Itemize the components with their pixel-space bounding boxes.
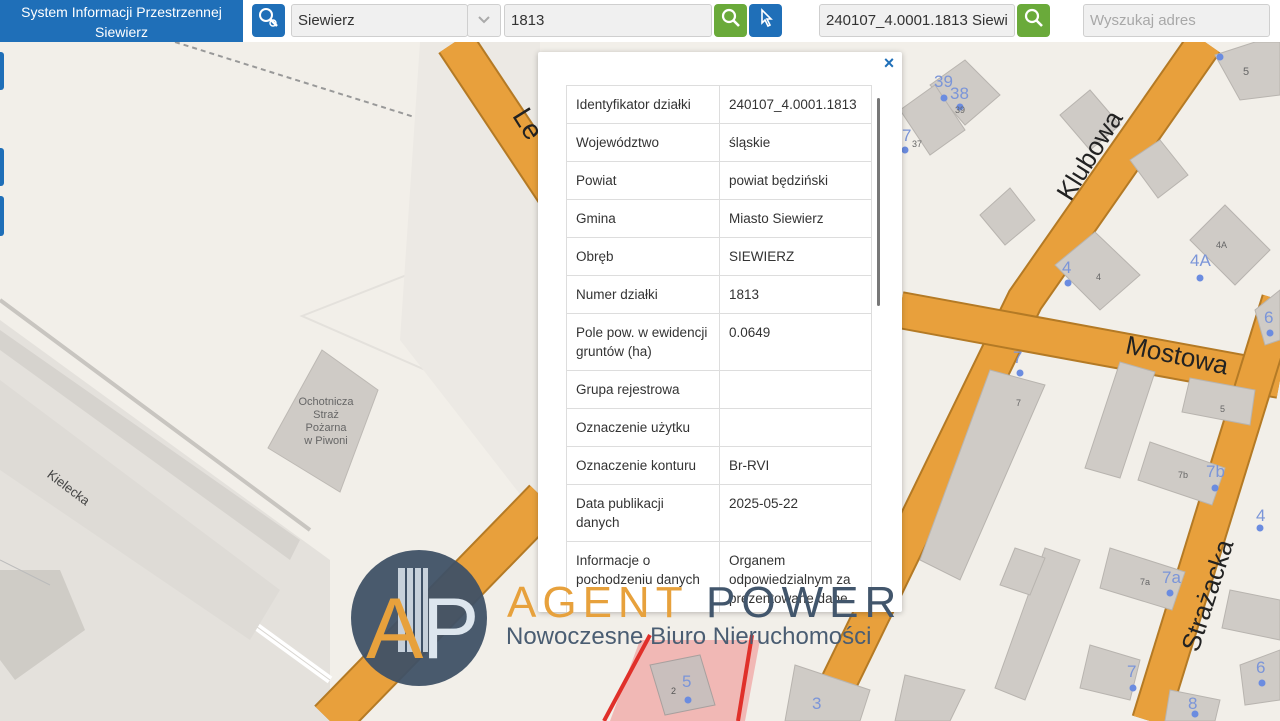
parcel-search-submit-button[interactable]	[714, 4, 747, 37]
info-row-label: Powiat	[566, 161, 720, 200]
poi-line-4: w Piwoni	[304, 435, 348, 447]
info-row-label: Gmina	[566, 199, 720, 238]
address-label: 5	[1220, 404, 1226, 414]
app-title-line-2: Siewierz	[95, 24, 148, 40]
locality-value: Siewierz	[298, 12, 355, 29]
info-row-value: 1813	[719, 275, 872, 314]
info-row-value	[719, 370, 872, 409]
parcel-number-input[interactable]	[504, 4, 712, 37]
address-label: 7b	[1178, 470, 1189, 480]
address-label: 7b	[1206, 462, 1225, 481]
info-row: Grupa rejestrowa	[566, 370, 872, 409]
poi-line-3: Pożarna	[305, 422, 347, 434]
info-row: Pole pow. w ewidencji gruntów (ha) 0.0649	[566, 313, 872, 371]
address-label: 7	[1016, 398, 1022, 408]
info-row-label: Obręb	[566, 237, 720, 276]
app-title[interactable]: System Informacji Przestrzennej Siewierz	[0, 0, 243, 42]
address-label: 7a	[1162, 568, 1181, 587]
info-row-value: 0.0649	[719, 313, 872, 371]
locality-dropdown-button[interactable]	[467, 4, 501, 37]
parcel-search-button[interactable]	[252, 4, 285, 37]
info-row: Numer działki 1813	[566, 275, 872, 314]
address-label: 4	[1096, 272, 1102, 282]
address-label: 4	[1062, 258, 1072, 277]
address-label: 37	[912, 139, 923, 149]
info-row: Data publikacji danych 2025-05-22	[566, 484, 872, 542]
info-row-label: Oznaczenie użytku	[566, 408, 720, 447]
poi-line-1: Ochotnicza	[298, 396, 354, 408]
close-icon[interactable]: ×	[880, 54, 898, 72]
address-label: 39	[955, 105, 966, 115]
app-root: Le Klubowa Mostowa Strażacka Kielecka Oc…	[0, 0, 1280, 721]
address-label: 7	[1127, 662, 1137, 681]
address-search-input[interactable]	[1083, 4, 1270, 37]
poi-label-fire-station: Ochotnicza Straż Pożarna w Piwoni	[286, 396, 366, 448]
info-row-label: Województwo	[566, 123, 720, 162]
info-row-label: Numer działki	[566, 275, 720, 314]
info-row-value: Br-RVI	[719, 446, 872, 485]
address-label: 2	[671, 686, 677, 696]
magnifier-icon	[720, 7, 742, 34]
address-label: 5	[1243, 66, 1250, 78]
info-row: Oznaczenie użytku	[566, 408, 872, 447]
info-row: Województwo śląskie	[566, 123, 872, 162]
info-row-value: Miasto Siewierz	[719, 199, 872, 238]
info-row-value: 2025-05-22	[719, 484, 872, 542]
left-panel-tab[interactable]	[0, 52, 4, 90]
info-row-label: Identyfikator działki	[566, 85, 720, 124]
address-label: 4A	[1216, 240, 1228, 250]
info-row-label: Informacje o pochodzeniu danych	[566, 541, 720, 612]
poi-line-2: Straż	[313, 409, 339, 421]
parcel-search-icon	[257, 6, 281, 35]
address-label: 5	[682, 672, 692, 691]
left-panel-tab[interactable]	[0, 148, 4, 186]
info-row: Oznaczenie konturu Br-RVI	[566, 446, 872, 485]
address-label: 4	[1256, 506, 1266, 525]
app-title-line-1: System Informacji Przestrzennej	[21, 4, 222, 20]
info-row-value: Organem odpowiedzialnym za prezentowane …	[719, 541, 872, 612]
info-row-label: Pole pow. w ewidencji gruntów (ha)	[566, 313, 720, 371]
parcel-info-table: Identyfikator działki 240107_4.0001.1813 W…	[566, 85, 872, 612]
identify-tool-button[interactable]	[749, 4, 782, 37]
info-row-value: SIEWIERZ	[719, 237, 872, 276]
parcel-id-input[interactable]: 240107_4.0001.1813 Siewi	[819, 4, 1015, 37]
address-label: 38	[950, 84, 969, 103]
left-panel-tab[interactable]	[0, 196, 4, 236]
address-label: 3	[812, 694, 822, 713]
info-row-label: Grupa rejestrowa	[566, 370, 720, 409]
address-label: 7	[1013, 348, 1023, 367]
info-row-label: Data publikacji danych	[566, 484, 720, 542]
info-row: Gmina Miasto Siewierz	[566, 199, 872, 238]
parcel-number-field[interactable]	[511, 5, 711, 36]
info-row-value	[719, 408, 872, 447]
info-row: Obręb SIEWIERZ	[566, 237, 872, 276]
address-label: 8	[1188, 694, 1198, 713]
address-label: 4A	[1190, 251, 1211, 270]
popup-scrollbar[interactable]	[877, 98, 880, 306]
pointer-info-icon	[755, 7, 777, 34]
top-toolbar: System Informacji Przestrzennej Siewierz…	[0, 0, 1280, 42]
address-label: 7	[902, 126, 912, 145]
info-row: Powiat powiat będziński	[566, 161, 872, 200]
address-label: 7a	[1140, 577, 1151, 587]
parcel-id-value: 240107_4.0001.1813 Siewi	[826, 12, 1008, 29]
locality-select[interactable]: Siewierz	[291, 4, 468, 37]
info-row-value: 240107_4.0001.1813	[719, 85, 872, 124]
parcel-id-search-button[interactable]	[1017, 4, 1050, 37]
info-row: Identyfikator działki 240107_4.0001.1813	[566, 85, 872, 124]
info-row: Informacje o pochodzeniu danych Organem o…	[566, 541, 872, 612]
magnifier-icon	[1023, 7, 1045, 34]
chevron-down-icon	[477, 12, 491, 30]
info-row-value: śląskie	[719, 123, 872, 162]
address-label: 6	[1256, 658, 1266, 677]
address-search-field[interactable]	[1090, 5, 1269, 36]
info-row-value: powiat będziński	[719, 161, 872, 200]
parcel-info-content[interactable]: Identyfikator działki 240107_4.0001.1813 W…	[566, 85, 872, 612]
address-label: 6	[1264, 308, 1274, 327]
info-row-label: Oznaczenie konturu	[566, 446, 720, 485]
parcel-info-popup: × Identyfikator działki 240107_4.0001.181…	[538, 52, 902, 612]
